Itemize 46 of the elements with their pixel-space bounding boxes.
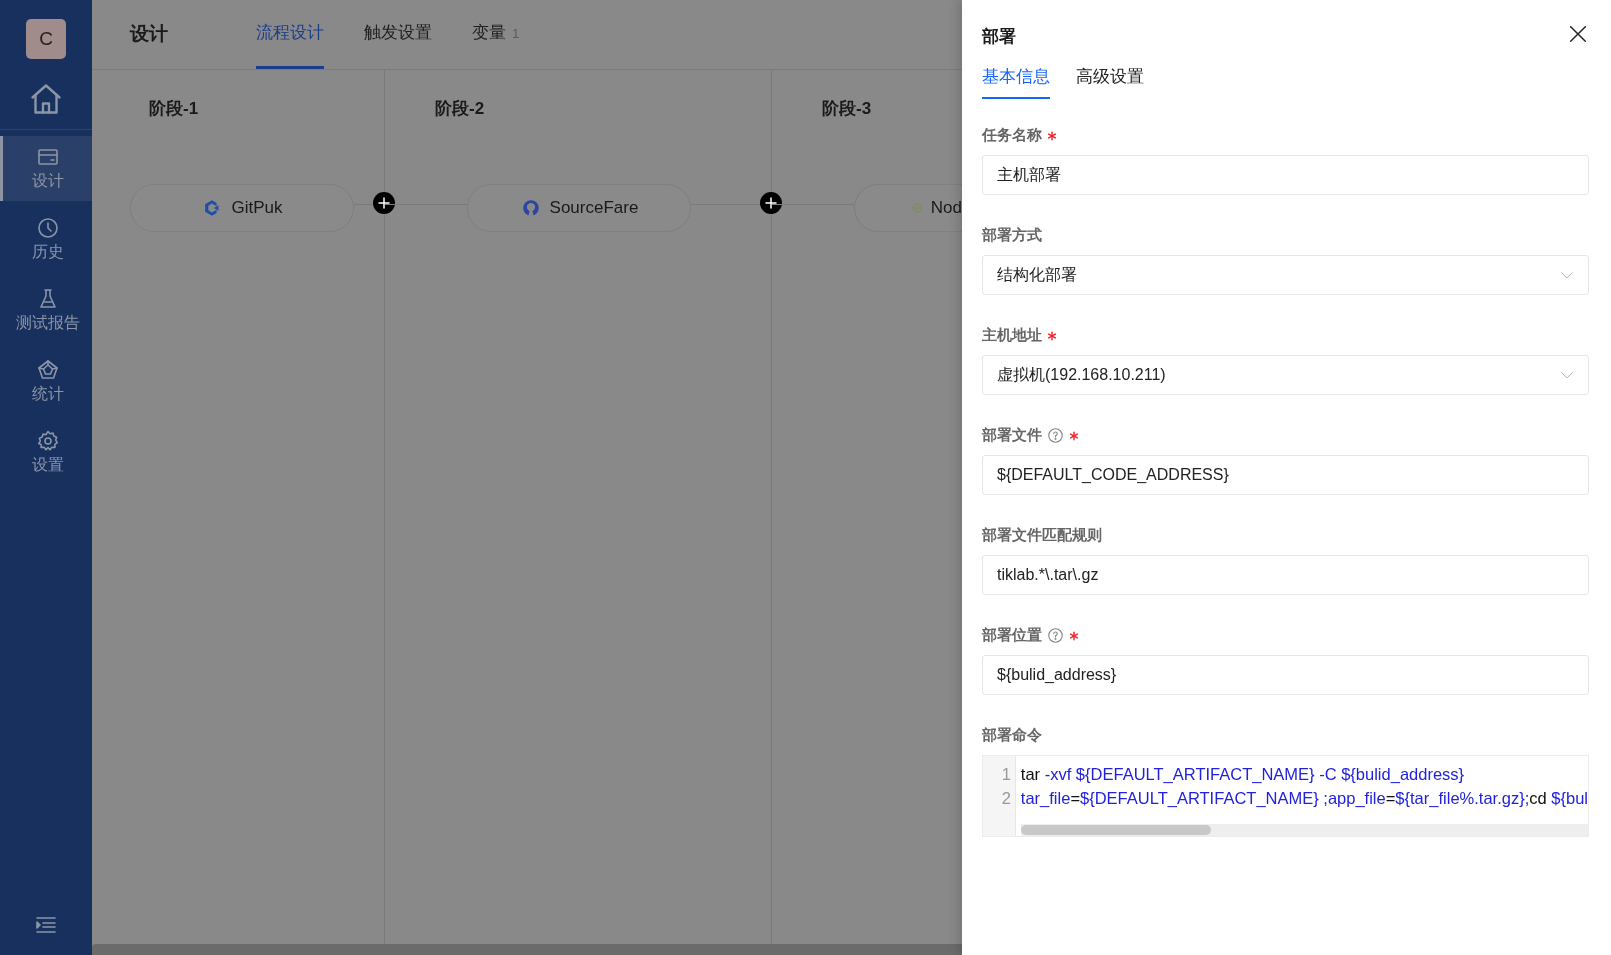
sidebar-item[interactable]: 统计 (0, 349, 92, 414)
tab[interactable]: 基本信息 (982, 63, 1050, 99)
add-icon[interactable] (759, 191, 783, 215)
page-title: 设计 (130, 22, 168, 47)
drawer-title: 部署 (982, 26, 1016, 48)
pentagon-icon (35, 357, 60, 382)
field-label: 部署命令 (982, 724, 1042, 745)
sidebar-item[interactable]: 设置 (0, 420, 92, 485)
tab[interactable]: 触发设置 (364, 0, 432, 69)
input-field[interactable]: 主机部署 (982, 155, 1589, 195)
stage-title: 阶段-1 (149, 98, 200, 120)
select-field[interactable]: 虚拟机(192.168.10.211) (982, 355, 1589, 395)
task-node[interactable]: Nod (854, 183, 962, 232)
field-label: 主机地址 (982, 324, 1042, 345)
sidebar-item[interactable]: 设计 (0, 136, 92, 201)
clock-icon (35, 215, 60, 240)
tab[interactable]: 高级设置 (1076, 63, 1144, 99)
home-icon[interactable] (28, 81, 64, 117)
scrollbar-thumb[interactable] (1021, 825, 1211, 835)
code-line: tar_file=${DEFAULT_ARTIFACT_NAME} ;app_file=${tar_file%.tar.gz};cd ${bul (1020, 788, 1588, 809)
sidebar-item[interactable]: 历史 (0, 207, 92, 272)
code-editor[interactable]: 1 2 tar -xvf ${DEFAULT_ARTIFACT_NAME} -C ${bulid_address} tar_file=${DEFAULT_ARTIFACT_NAME} ;app_file=${tar_file%.tar.gz};cd ${bul (982, 755, 1589, 837)
select-field[interactable]: 结构化部署 (982, 255, 1589, 295)
field-label: 部署位置 (982, 624, 1042, 645)
help-icon[interactable] (1047, 626, 1064, 644)
input-field[interactable]: ${bulid_address} (982, 655, 1589, 695)
stage-title: 阶段-2 (435, 98, 486, 120)
sidebar-item[interactable]: 测试报告 (0, 278, 92, 343)
field-label: 任务名称 (982, 124, 1042, 145)
add-icon[interactable] (372, 191, 396, 215)
task-node[interactable]: SourceFare (467, 183, 691, 232)
settings-icon (35, 428, 60, 453)
field-label: 部署文件 (982, 424, 1042, 445)
field-label: 部署文件匹配规则 (982, 524, 1102, 545)
input-field[interactable]: ${DEFAULT_CODE_ADDRESS} (982, 455, 1589, 495)
scrollbar[interactable] (92, 944, 962, 955)
line-number: 2 (1000, 788, 1012, 809)
tab[interactable]: 流程设计 (256, 0, 324, 69)
task-node[interactable]: GitPuk (130, 183, 354, 232)
input-field[interactable]: tiklab.*\.tar\.gz (982, 555, 1589, 595)
stage-title: 阶段-3 (822, 98, 873, 120)
field-label: 部署方式 (982, 224, 1042, 245)
avatar[interactable]: C (26, 19, 66, 59)
code-line: tar -xvf ${DEFAULT_ARTIFACT_NAME} -C ${bulid_address} (1020, 764, 1466, 785)
line-number: 1 (1000, 764, 1012, 785)
help-icon[interactable] (1047, 426, 1064, 444)
